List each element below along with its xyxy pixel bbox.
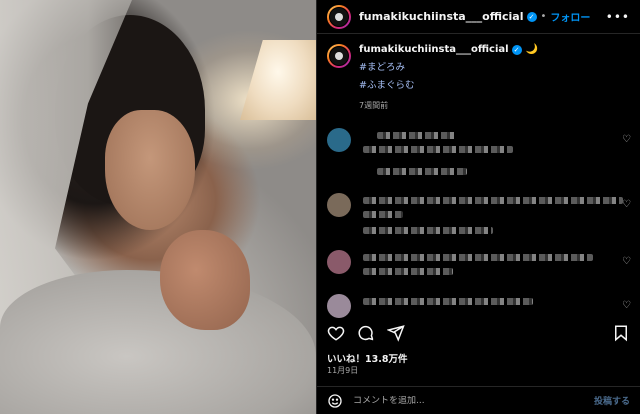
comment-text-obscured xyxy=(363,211,403,218)
comment-text-obscured xyxy=(363,254,593,261)
more-options-icon[interactable]: ••• xyxy=(606,10,630,24)
comment-text-obscured xyxy=(363,197,623,204)
separator-dot: • xyxy=(540,11,547,22)
comment-text-obscured xyxy=(377,168,467,175)
post-action-bar xyxy=(327,320,630,346)
face xyxy=(105,110,195,230)
comment-like-heart-icon[interactable]: ♡ xyxy=(622,134,631,145)
follow-button[interactable]: フォロー xyxy=(550,9,590,24)
comment-like-heart-icon[interactable]: ♡ xyxy=(622,199,631,210)
caption-body: fumakikuchiinsta___official ✓ 🌙 #まどろみ #ふ… xyxy=(359,44,538,111)
verified-badge-icon: ✓ xyxy=(526,11,537,22)
send-icon[interactable] xyxy=(387,324,405,342)
caption-avatar[interactable] xyxy=(327,44,351,68)
caption-username[interactable]: fumakikuchiinsta___official xyxy=(359,44,509,55)
comment-text-obscured xyxy=(363,146,513,153)
caption-header: fumakikuchiinsta___official ✓ 🌙 xyxy=(359,44,538,55)
comment-like-heart-icon[interactable]: ♡ xyxy=(622,256,631,267)
post-image[interactable] xyxy=(0,0,316,414)
post-header: fumakikuchiinsta___official ✓ • フォロー ••• xyxy=(317,0,640,34)
comment-text-obscured xyxy=(363,227,493,234)
moon-emoji: 🌙 xyxy=(525,44,538,55)
comment-avatar[interactable] xyxy=(327,128,351,152)
avatar-image xyxy=(329,46,349,66)
avatar-image xyxy=(329,6,349,27)
post-detail-panel: fumakikuchiinsta___official ✓ • フォロー •••… xyxy=(316,0,640,414)
like-count[interactable]: いいね！13.8万件 xyxy=(327,351,407,365)
bookmark-icon[interactable] xyxy=(612,324,630,342)
heart-icon[interactable] xyxy=(327,324,345,342)
comment-text-obscured xyxy=(377,132,457,139)
comment-icon[interactable] xyxy=(357,324,375,342)
comment-avatar[interactable] xyxy=(327,250,351,274)
verified-badge-icon: ✓ xyxy=(511,44,522,55)
hashtag-link[interactable]: #ふまぐらむ xyxy=(359,77,538,91)
post-caption: fumakikuchiinsta___official ✓ 🌙 #まどろみ #ふ… xyxy=(317,34,640,111)
comment-text-obscured xyxy=(363,298,533,305)
comment-avatar[interactable] xyxy=(327,294,351,318)
hashtag-link[interactable]: #まどろみ xyxy=(359,59,538,73)
emoji-icon[interactable] xyxy=(327,393,343,409)
comment-like-heart-icon[interactable]: ♡ xyxy=(622,300,631,311)
comment-avatar[interactable] xyxy=(327,193,351,217)
header-username[interactable]: fumakikuchiinsta___official xyxy=(359,10,524,23)
comment-composer: 投稿する xyxy=(317,386,640,414)
comment-input[interactable] xyxy=(353,395,594,406)
avatar-figure xyxy=(335,52,343,60)
profile-avatar[interactable] xyxy=(327,4,351,29)
avatar-figure xyxy=(335,12,343,21)
post-comment-button[interactable]: 投稿する xyxy=(594,394,630,407)
hand xyxy=(160,230,250,330)
comment-text-obscured xyxy=(363,268,453,275)
caption-timestamp[interactable]: 7週間前 xyxy=(359,100,538,111)
post-date: 11月9日 xyxy=(327,366,359,375)
lamp-shade xyxy=(240,40,316,120)
blanket xyxy=(0,270,316,414)
